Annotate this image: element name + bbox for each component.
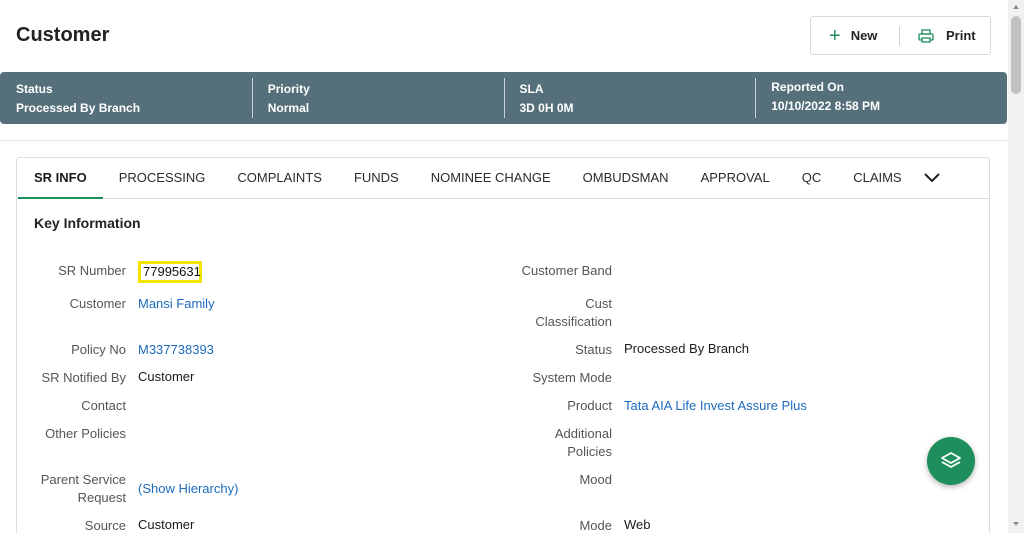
sr-notified-by-value: Customer <box>138 369 195 384</box>
mode-value: Web <box>624 517 651 532</box>
source-label: Source <box>84 518 126 533</box>
key-information-heading: Key Information <box>34 215 141 231</box>
banner-status-value: Processed By Branch <box>16 101 141 115</box>
tab-bar: SR INFO PROCESSING COMPLAINTS FUNDS NOMI… <box>16 157 990 199</box>
mode-label: Mode <box>579 518 612 533</box>
show-hierarchy-link[interactable]: (Show Hierarchy) <box>138 480 238 498</box>
tab-claims[interactable]: CLAIMS <box>837 157 917 199</box>
tab-ombudsman[interactable]: OMBUDSMAN <box>567 157 685 199</box>
parent-service-request-label-line1: Parent Service <box>40 472 126 487</box>
policy-no-link[interactable]: M337738393 <box>138 341 214 359</box>
sr-number-label: SR Number <box>58 263 126 278</box>
sr-notified-by-label: SR Notified By <box>41 370 126 385</box>
header-actions: + New Print <box>810 16 991 55</box>
more-tabs-button[interactable] <box>918 157 946 199</box>
printer-icon <box>918 28 934 43</box>
banner-status: Status Processed By Branch <box>0 72 252 124</box>
additional-policies-label-line1: Additional <box>554 426 612 441</box>
status-label: Status <box>575 342 612 357</box>
banner-priority: Priority Normal <box>251 72 504 124</box>
policy-no-label: Policy No <box>71 342 126 357</box>
product-link[interactable]: Tata AIA Life Invest Assure Plus <box>624 397 807 415</box>
cust-classification-label-line1: Cust <box>585 296 612 311</box>
tab-nominee-change[interactable]: NOMINEE CHANGE <box>415 157 567 199</box>
banner-sla-value: 3D 0H 0M <box>519 101 574 115</box>
customer-page: Customer + New Print Status Processed By… <box>0 0 1024 533</box>
customer-label: Customer <box>69 296 126 311</box>
new-button[interactable]: + New <box>811 17 899 54</box>
tab-processing[interactable]: PROCESSING <box>103 157 222 199</box>
tab-complaints[interactable]: COMPLAINTS <box>221 157 338 199</box>
product-label: Product <box>567 398 612 413</box>
chevron-down-icon <box>923 172 940 182</box>
parent-service-request-label-line2: Request <box>77 490 126 505</box>
customer-band-label: Customer Band <box>521 263 612 278</box>
new-button-label: New <box>850 28 878 43</box>
banner-priority-value: Normal <box>267 101 310 115</box>
mood-label: Mood <box>579 472 612 487</box>
print-button-label: Print <box>946 28 976 43</box>
sr-number-value: 77995631 <box>138 261 202 283</box>
banner-reported-on-label: Reported On <box>771 80 844 94</box>
banner-priority-label: Priority <box>267 82 310 96</box>
source-value: Customer <box>138 517 195 532</box>
cust-classification-label-line2: Classification <box>535 314 612 329</box>
layers-icon <box>941 452 961 468</box>
scroll-up-arrow-icon[interactable] <box>1013 5 1019 9</box>
print-button[interactable]: Print <box>900 17 976 54</box>
layers-fab-button[interactable] <box>927 437 975 485</box>
page-title: Customer <box>16 24 110 46</box>
plus-icon: + <box>829 24 841 47</box>
other-policies-label: Other Policies <box>45 426 126 441</box>
banner-reported-on: Reported On 10/10/2022 8:58 PM <box>755 72 1007 124</box>
tab-approval[interactable]: APPROVAL <box>685 157 786 199</box>
tab-funds[interactable]: FUNDS <box>338 157 415 199</box>
additional-policies-label-line2: Policies <box>567 444 612 459</box>
scrollbar-thumb[interactable] <box>1011 16 1021 94</box>
contact-label: Contact <box>81 398 126 413</box>
page-scrollbar[interactable] <box>1008 0 1024 533</box>
scroll-down-arrow-icon[interactable] <box>1013 522 1019 526</box>
tab-sr-info[interactable]: SR INFO <box>18 157 103 199</box>
banner-sla-label: SLA <box>519 82 544 96</box>
banner-reported-on-value: 10/10/2022 8:58 PM <box>771 99 880 113</box>
tab-qc[interactable]: QC <box>786 157 838 199</box>
status-banner: Status Processed By Branch Priority Norm… <box>0 72 1007 124</box>
banner-sla: SLA 3D 0H 0M <box>503 72 756 124</box>
system-mode-label: System Mode <box>532 370 612 385</box>
customer-link[interactable]: Mansi Family <box>138 295 215 313</box>
status-value: Processed By Branch <box>624 341 750 356</box>
banner-status-label: Status <box>16 82 53 96</box>
